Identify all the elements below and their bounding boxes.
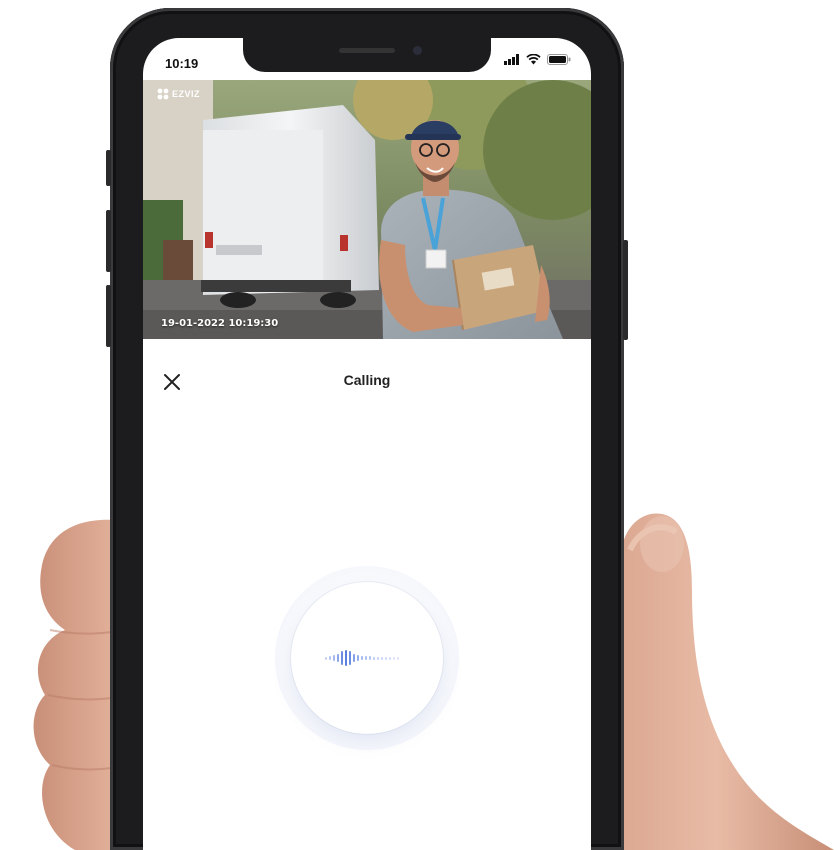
call-status-title: Calling (343, 372, 391, 388)
wifi-icon (526, 54, 541, 65)
right-hand-image (600, 513, 834, 850)
ezviz-logo-icon (157, 88, 169, 100)
phone-speaker (339, 48, 395, 53)
signal-icon (504, 54, 519, 65)
doorbell-video-feed[interactable]: EZVIZ 19-01-2022 10:19:30 (143, 80, 591, 339)
device-scene: 10:19 EZVIZ 19-01-2022 10:19:30 Calling (0, 0, 834, 850)
voice-wave-icon (325, 650, 399, 666)
phone-side-button (106, 150, 111, 186)
call-header: Calling (143, 339, 591, 421)
status-time: 10:19 (165, 56, 199, 71)
battery-icon (547, 54, 571, 65)
phone-power-button (623, 240, 628, 340)
video-frame-image (143, 80, 591, 339)
status-icons (504, 54, 571, 65)
phone-screen: 10:19 EZVIZ 19-01-2022 10:19:30 Calling (143, 38, 591, 850)
brand-logo: EZVIZ (157, 88, 200, 100)
brand-logo-text: EZVIZ (172, 89, 201, 99)
video-timestamp: 19-01-2022 10:19:30 (161, 318, 279, 329)
call-indicator-button[interactable] (291, 582, 443, 734)
phone-volume-down-button (106, 285, 111, 347)
front-camera (413, 46, 422, 55)
phone-volume-up-button (106, 210, 111, 272)
phone-notch (243, 38, 491, 72)
